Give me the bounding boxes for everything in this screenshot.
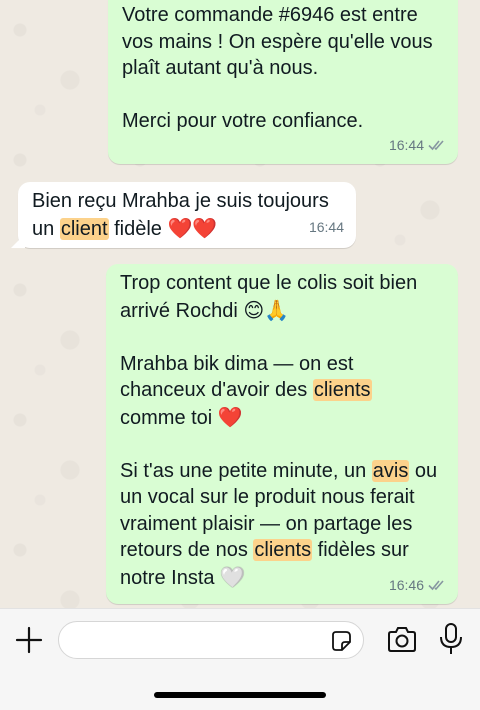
camera-icon[interactable] [386, 625, 418, 655]
message-text-line: un client fidèle ❤️❤️ [32, 215, 342, 243]
plus-icon[interactable] [14, 625, 44, 655]
double-check-icon [428, 579, 446, 591]
text-segment: un [32, 217, 60, 240]
highlighted-word: clients [312, 379, 372, 401]
message-bubble-outgoing[interactable]: Trop content que le colis soit bien arri… [106, 264, 458, 604]
double-check-icon [428, 139, 446, 151]
home-indicator [154, 692, 326, 698]
message-time: 16:44 [308, 218, 344, 235]
text-segment: ou [409, 459, 438, 482]
message-input[interactable] [58, 621, 364, 659]
message-text-line: Votre commande #6946 est entre [122, 4, 418, 26]
message-text-line: vos mains ! On espère qu'elle vous [122, 30, 433, 53]
message-text-line: Bien reçu Mrahba je suis toujours [32, 190, 329, 212]
emoji: 😊🙏 [243, 297, 290, 322]
message-text-line: un vocal sur le produit nous ferait [120, 486, 415, 508]
message-text-line: Trop content que le colis soit bien [120, 272, 418, 294]
text-segment: fidèles sur [312, 539, 409, 561]
message-input-field[interactable] [73, 630, 323, 652]
message-text-line: Mrahba bik dima — on est [120, 352, 354, 375]
message-text-line: retours de nos clients fidèles sur [120, 537, 444, 564]
message-text-line: arrivé Rochdi 😊🙏 [120, 297, 444, 325]
white-heart-emoji: 🤍 [220, 564, 245, 589]
highlighted-word: client [59, 217, 109, 240]
chat-area: Votre commande #6946 est entre vos mains… [0, 0, 480, 608]
sticker-icon[interactable] [329, 629, 353, 653]
bubble-tail [11, 234, 25, 248]
microphone-icon[interactable] [438, 622, 464, 656]
message-bubble-outgoing[interactable]: Votre commande #6946 est entre vos mains… [108, 0, 458, 164]
text-segment: chanceux d'avoir des [120, 379, 313, 401]
message-time: 16:46 [388, 576, 424, 593]
heart-emoji: ❤️ [217, 404, 243, 429]
text-segment: retours de nos [120, 539, 254, 561]
message-meta: 16:44 [389, 132, 446, 159]
highlighted-word: clients [253, 539, 313, 561]
message-text-line: comme toi ❤️ [120, 404, 444, 432]
text-segment: arrivé Rochdi [120, 299, 244, 322]
text-segment: fidèle [108, 217, 168, 240]
text-segment: comme toi [120, 406, 218, 429]
message-text-line: plaît autant qu'à nous. [122, 57, 319, 79]
message-text-line: chanceux d'avoir des clients [120, 377, 444, 404]
text-segment: notre Insta [120, 566, 221, 589]
heart-emoji: ❤️❤️ [167, 215, 218, 240]
message-meta: 16:44 [309, 214, 344, 241]
message-meta: 16:46 [389, 572, 446, 599]
highlighted-word: avis [371, 459, 410, 482]
message-text-line: vraiment plaisir — on partage les [120, 512, 413, 535]
message-bubble-incoming[interactable]: Bien reçu Mrahba je suis toujours un cli… [11, 182, 356, 248]
text-segment: Si t'as une petite minute, un [120, 459, 372, 482]
message-text-line: Si t'as une petite minute, un avis ou [120, 458, 444, 485]
message-time: 16:44 [388, 136, 424, 153]
